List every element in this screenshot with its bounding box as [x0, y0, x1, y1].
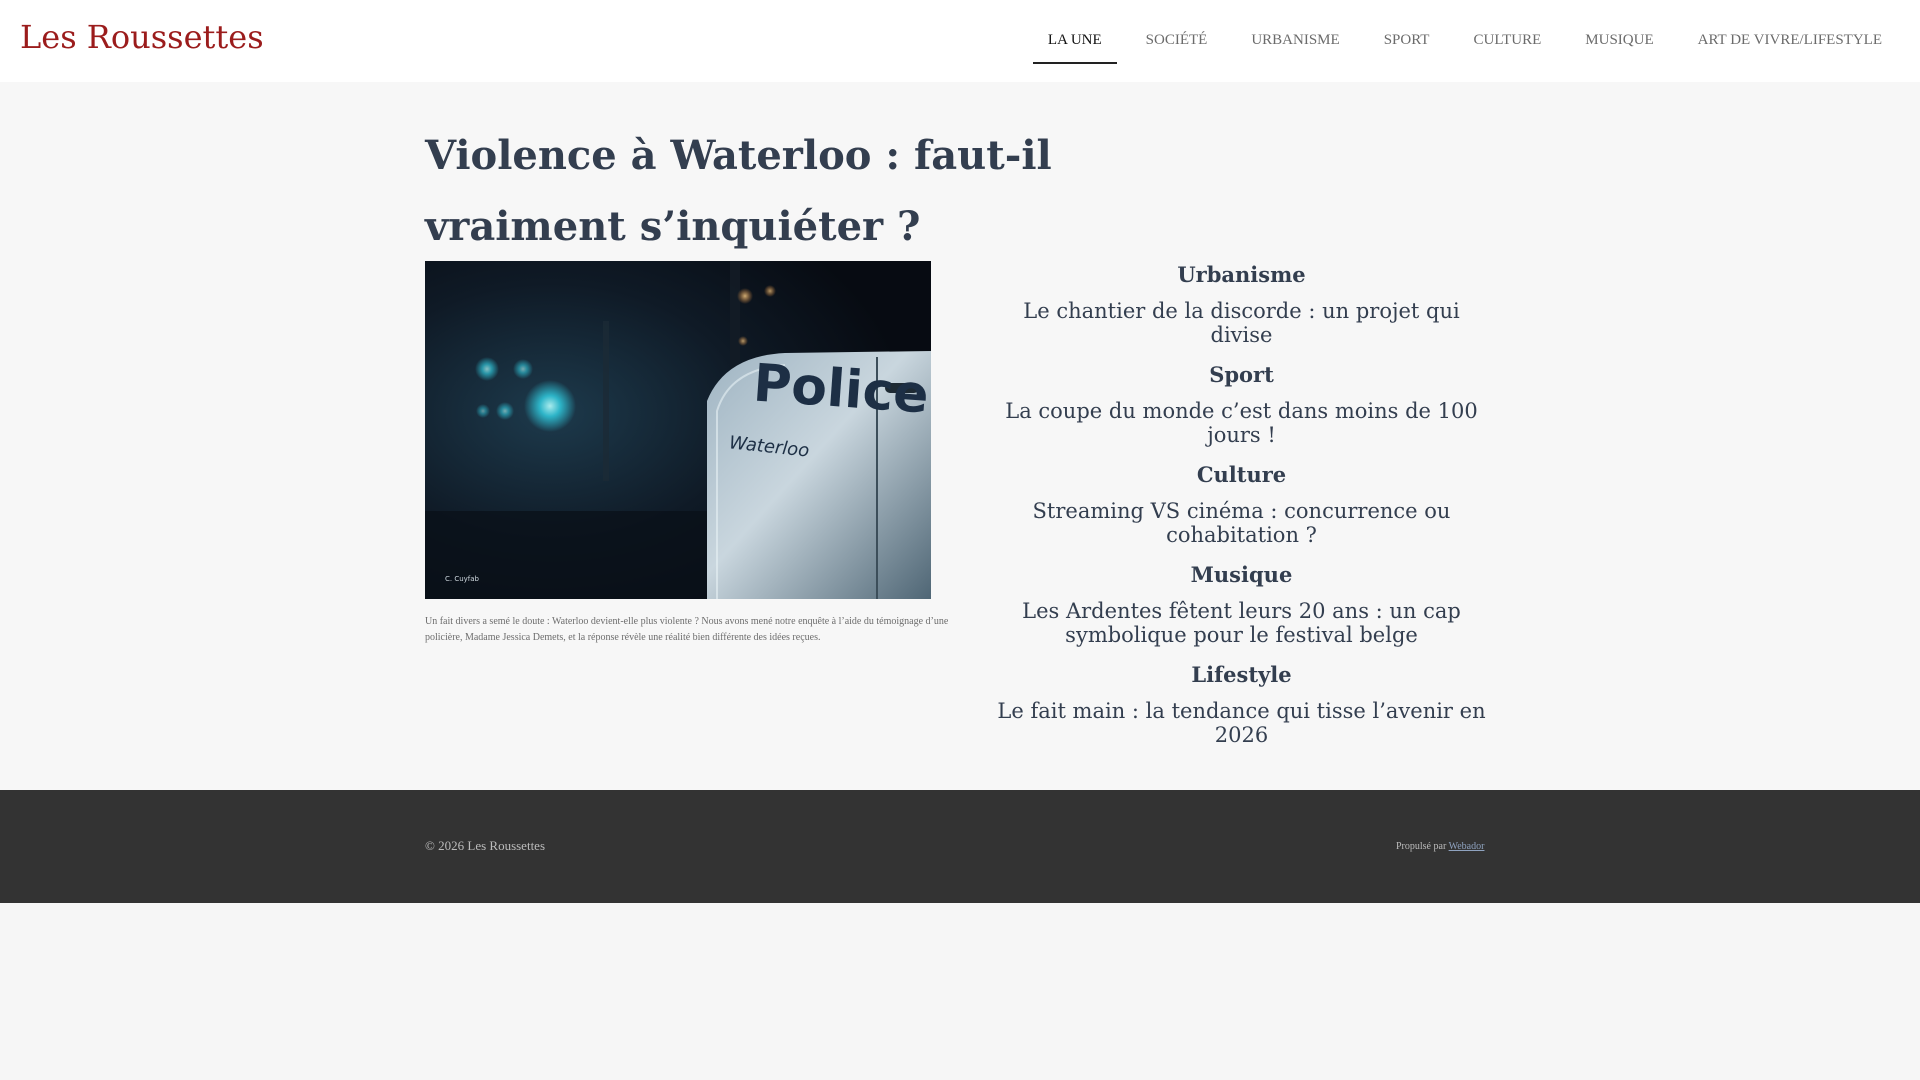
page-blank-area — [0, 903, 1920, 1080]
category-heading[interactable]: Musique — [980, 561, 1503, 589]
sidebar-section-culture: Culture Streaming VS cinéma : concurrenc… — [980, 461, 1503, 547]
main-content: Violence à Waterloo : faut-il vraiment s… — [425, 82, 1495, 747]
nav-item-urbanisme[interactable]: URBANISME — [1236, 0, 1354, 82]
sidebar-section-sport: Sport La coupe du monde c’est dans moins… — [980, 361, 1503, 447]
main-nav: LA UNE SOCIÉTÉ URBANISME SPORT CULTURE M… — [1026, 0, 1904, 82]
category-heading[interactable]: Sport — [980, 361, 1503, 389]
nav-item-musique[interactable]: MUSIQUE — [1570, 0, 1668, 82]
article-link[interactable]: Streaming VS cinéma : concurrence ou coh… — [980, 499, 1503, 547]
article-link[interactable]: Le chantier de la discorde : un projet q… — [980, 299, 1503, 347]
webador-link[interactable]: Webador — [1449, 841, 1485, 852]
sidebar: Urbanisme Le chantier de la discorde : u… — [980, 261, 1503, 761]
category-heading[interactable]: Urbanisme — [980, 261, 1503, 289]
sidebar-section-lifestyle: Lifestyle Le fait main : la tendance qui… — [980, 661, 1503, 747]
category-heading[interactable]: Culture — [980, 461, 1503, 489]
site-header: Les Roussettes LA UNE SOCIÉTÉ URBANISME … — [0, 0, 1920, 82]
article-image[interactable]: Police Waterloo C. Cuyfab — [425, 261, 931, 599]
nav-item-culture[interactable]: CULTURE — [1458, 0, 1556, 82]
nav-item-societe[interactable]: SOCIÉTÉ — [1131, 0, 1223, 82]
sidebar-section-musique: Musique Les Ardentes fêtent leurs 20 ans… — [980, 561, 1503, 647]
site-footer: © 2026 Les Roussettes Propulsé par Webad… — [0, 790, 1920, 903]
article-title[interactable]: Violence à Waterloo : faut-il vraiment s… — [425, 82, 1125, 262]
nav-item-sport[interactable]: SPORT — [1369, 0, 1445, 82]
powered-by: Propulsé par Webador — [1396, 841, 1484, 852]
police-text: Police — [751, 353, 930, 425]
category-heading[interactable]: Lifestyle — [980, 661, 1503, 689]
site-logo[interactable]: Les Roussettes — [20, 18, 264, 56]
article-link[interactable]: Le fait main : la tendance qui tisse l’a… — [980, 699, 1503, 747]
nav-item-lifestyle[interactable]: ART DE VIVRE/LIFESTYLE — [1683, 0, 1897, 82]
nav-item-la-une[interactable]: LA UNE — [1032, 0, 1117, 82]
sidebar-section-urbanisme: Urbanisme Le chantier de la discorde : u… — [980, 261, 1503, 347]
image-credit: C. Cuyfab — [445, 575, 480, 583]
image-caption: Un fait divers a semé le doute : Waterlo… — [425, 616, 949, 643]
copyright-text: © 2026 Les Roussettes — [425, 838, 546, 853]
article-link[interactable]: La coupe du monde c’est dans moins de 10… — [980, 399, 1503, 447]
powered-by-label: Propulsé par — [1396, 841, 1447, 852]
article-link[interactable]: Les Ardentes fêtent leurs 20 ans : un ca… — [980, 599, 1503, 647]
